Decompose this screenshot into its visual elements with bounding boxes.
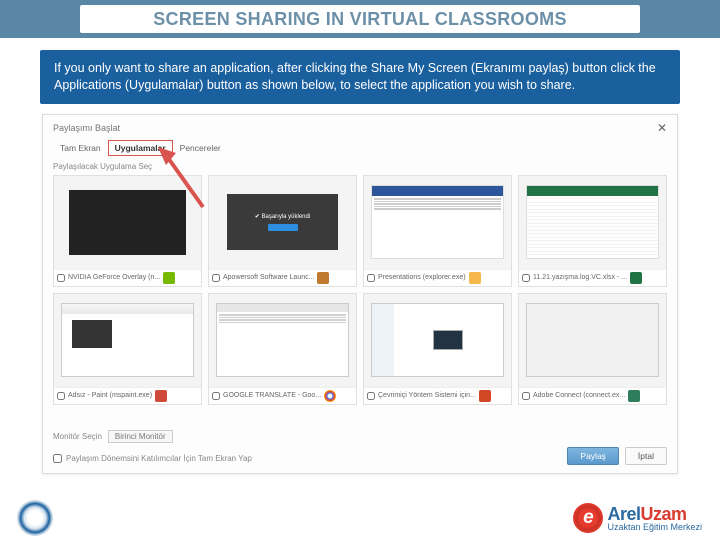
app-check[interactable] xyxy=(367,392,375,400)
nvidia-icon xyxy=(163,272,175,284)
app-label: GOOGLE TRANSLATE - Goo... xyxy=(223,392,321,399)
fullscreen-check[interactable] xyxy=(53,454,62,463)
powerpoint-icon xyxy=(479,390,491,402)
tab-windows[interactable]: Pencereler xyxy=(173,140,228,156)
app-label: Presentations (explorer.exe) xyxy=(378,274,466,281)
tab-fullscreen-label: Tam Ekran xyxy=(60,143,101,153)
apps-grid: NVIDIA GeForce Overlay (n... ✔ Başarıyla… xyxy=(53,175,667,405)
tab-fullscreen[interactable]: Tam Ekran xyxy=(53,140,108,156)
dialog-tabs: Tam Ekran Uygulamalar Pencereler xyxy=(53,140,667,156)
share-button[interactable]: Paylaş xyxy=(567,447,619,465)
dialog-title: Paylaşımı Başlat xyxy=(53,123,120,133)
app-tile[interactable]: ✔ Başarıyla yüklendi Apowersoft Software… xyxy=(208,175,357,287)
tab-windows-label: Pencereler xyxy=(180,143,221,153)
university-seal-icon xyxy=(18,501,52,535)
fullscreen-check-label: Paylaşım Dönemsini Katılımcılar İçin Tam… xyxy=(66,454,252,463)
app-label: Apowersoft Software Launc... xyxy=(223,274,314,281)
instruction-text: If you only want to share an application… xyxy=(54,61,656,92)
share-dialog: Paylaşımı Başlat ✕ Tam Ekran Uygulamalar… xyxy=(42,114,678,474)
app-check[interactable] xyxy=(522,392,530,400)
app-tile[interactable]: NVIDIA GeForce Overlay (n... xyxy=(53,175,202,287)
tab-applications-label: Uygulamalar xyxy=(115,143,166,153)
app-tile[interactable]: Adsız - Paint (mspaint.exe) xyxy=(53,293,202,405)
app-check[interactable] xyxy=(212,274,220,282)
tab-applications[interactable]: Uygulamalar xyxy=(108,140,173,156)
app-tile[interactable]: Adobe Connect (connect.ex... xyxy=(518,293,667,405)
title-inner: SCREEN SHARING IN VIRTUAL CLASSROOMS xyxy=(80,5,640,33)
app-label: NVIDIA GeForce Overlay (n... xyxy=(68,274,160,281)
page-footer: e ArelUzam Uzaktan Eğitim Merkezi xyxy=(0,496,720,540)
paint-icon xyxy=(155,390,167,402)
page-title: SCREEN SHARING IN VIRTUAL CLASSROOMS xyxy=(153,9,567,30)
app-check[interactable] xyxy=(367,274,375,282)
brand-text: ArelUzam Uzaktan Eğitim Merkezi xyxy=(607,505,702,532)
app-label: Adsız - Paint (mspaint.exe) xyxy=(68,392,152,399)
app-check[interactable] xyxy=(57,392,65,400)
instruction-box: If you only want to share an application… xyxy=(40,50,680,104)
dialog-subhead: Paylaşılacak Uygulama Seç xyxy=(53,162,667,171)
app-label: Adobe Connect (connect.ex... xyxy=(533,392,625,399)
app-label: 11.21.yazışma.log.VC.xlsx - ... xyxy=(533,274,627,281)
excel-icon xyxy=(630,272,642,284)
app-check[interactable] xyxy=(212,392,220,400)
dialog-header: Paylaşımı Başlat ✕ xyxy=(43,115,677,137)
brand: e ArelUzam Uzaktan Eğitim Merkezi xyxy=(573,503,702,533)
app-check[interactable] xyxy=(522,274,530,282)
title-bar: SCREEN SHARING IN VIRTUAL CLASSROOMS xyxy=(0,0,720,38)
chrome-icon xyxy=(324,390,336,402)
monitor-row: Monitör Seçin Birinci Monitör xyxy=(53,430,667,443)
connect-icon xyxy=(628,390,640,402)
dialog-actions: Paylaş İptal xyxy=(567,447,667,465)
folder-icon xyxy=(469,272,481,284)
app-label: Çevrimiçi Yöntem Sistemi için... xyxy=(378,392,476,399)
brand-e-icon: e xyxy=(573,503,603,533)
app-check[interactable] xyxy=(57,274,65,282)
app-tile[interactable]: Presentations (explorer.exe) xyxy=(363,175,512,287)
cancel-button[interactable]: İptal xyxy=(625,447,667,465)
monitor-select[interactable]: Birinci Monitör xyxy=(108,430,173,443)
fullscreen-check-row: Paylaşım Dönemsini Katılımcılar İçin Tam… xyxy=(53,454,252,463)
apowersoft-icon xyxy=(317,272,329,284)
monitor-label: Monitör Seçin xyxy=(53,432,102,441)
app-tile[interactable]: 11.21.yazışma.log.VC.xlsx - ... xyxy=(518,175,667,287)
app-tile[interactable]: GOOGLE TRANSLATE - Goo... xyxy=(208,293,357,405)
close-icon[interactable]: ✕ xyxy=(657,121,667,135)
app-tile[interactable]: Çevrimiçi Yöntem Sistemi için... xyxy=(363,293,512,405)
